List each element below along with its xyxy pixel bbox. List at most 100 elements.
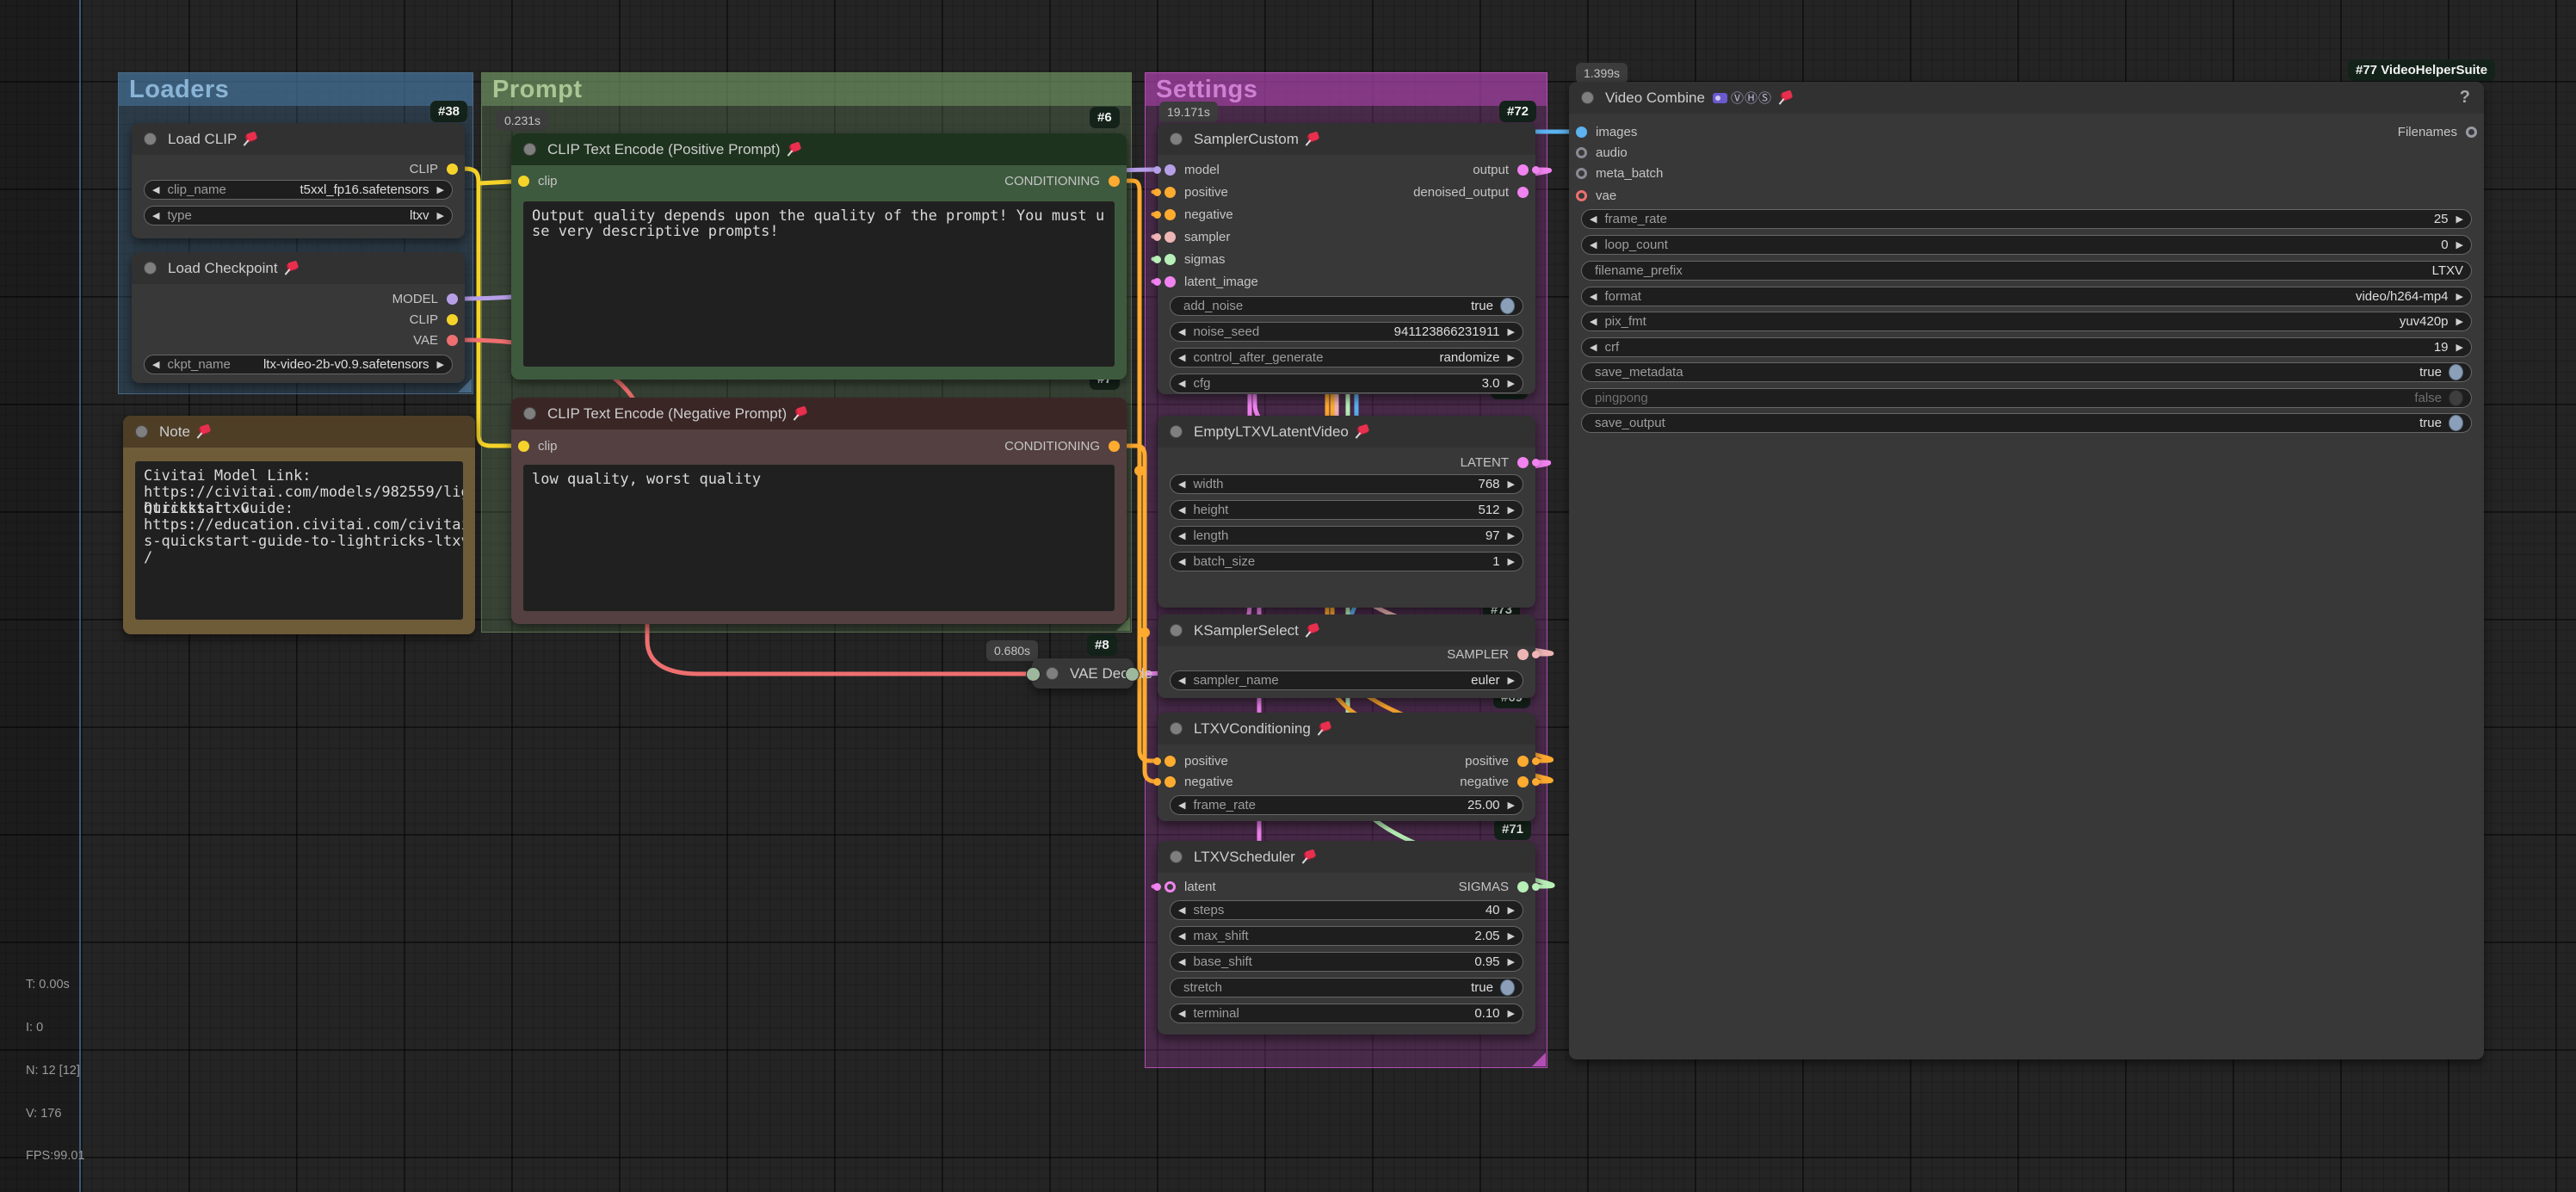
increment-arrow-icon[interactable]: ▶ [2456,342,2463,353]
CONDITIONING-output-port[interactable] [1109,176,1120,187]
batch_size-widget[interactable]: ◀batch_size1▶ [1170,552,1523,571]
negative-input-port[interactable] [1164,209,1176,220]
collapsed-input-port[interactable] [1026,667,1041,682]
decrement-arrow-icon[interactable]: ◀ [1178,479,1185,490]
help-icon[interactable]: ? [2460,88,2470,108]
save_output-widget[interactable]: save_outputtrue [1581,413,2472,433]
denoised_output-output-port[interactable] [1517,187,1529,198]
decrement-arrow-icon[interactable]: ◀ [1590,316,1597,327]
sampler_name-widget[interactable]: ◀sampler_nameeuler▶ [1170,670,1523,690]
toggle-knob[interactable] [2449,390,2463,406]
decrement-arrow-icon[interactable]: ◀ [152,184,159,195]
clip-text-encode-negative-node[interactable]: CLIP Text Encode (Negative Prompt)clipCO… [511,398,1127,624]
increment-arrow-icon[interactable]: ▶ [437,210,444,221]
CLIP-output-port[interactable] [447,314,458,325]
clip_name-widget[interactable]: ◀clip_namet5xxl_fp16.safetensors▶ [144,180,453,200]
sigmas-input-port[interactable] [1164,254,1176,265]
vae-decode-node[interactable]: VAE Decode [1032,658,1134,689]
decrement-arrow-icon[interactable]: ◀ [1590,239,1597,250]
SIGMAS-output-port[interactable] [1517,881,1529,892]
clip-text-encode-positive-header[interactable]: CLIP Text Encode (Positive Prompt) [511,133,1127,165]
decrement-arrow-icon[interactable]: ◀ [1178,675,1185,686]
model-input-port[interactable] [1164,164,1176,176]
vae-input-port[interactable] [1576,190,1587,201]
output-output-port[interactable] [1517,164,1529,176]
ksampler-select-header[interactable]: KSamplerSelect [1158,615,1535,646]
audio-input-port[interactable] [1576,147,1587,158]
empty-ltxv-latent-video-header[interactable]: EmptyLTXVLatentVideo [1158,416,1535,448]
increment-arrow-icon[interactable]: ▶ [437,184,444,195]
increment-arrow-icon[interactable]: ▶ [1508,930,1515,942]
decrement-arrow-icon[interactable]: ◀ [1178,326,1185,337]
terminal-widget[interactable]: ◀terminal0.10▶ [1170,1004,1523,1023]
decrement-arrow-icon[interactable]: ◀ [152,359,159,370]
ltxv-scheduler-header[interactable]: LTXVScheduler [1158,841,1535,873]
decrement-arrow-icon[interactable]: ◀ [1178,905,1185,916]
negative-input-port[interactable] [1164,776,1176,787]
width-widget[interactable]: ◀width768▶ [1170,474,1523,494]
increment-arrow-icon[interactable]: ▶ [1508,352,1515,363]
clip-text-encode-positive-text[interactable]: Output quality depends upon the quality … [523,201,1115,367]
decrement-arrow-icon[interactable]: ◀ [1178,352,1185,363]
increment-arrow-icon[interactable]: ▶ [1508,530,1515,541]
decrement-arrow-icon[interactable]: ◀ [1178,800,1185,811]
load-checkpoint-node[interactable]: Load CheckpointMODELCLIPVAE◀ckpt_nameltx… [132,252,465,383]
node-graph-canvas[interactable]: LoadersPromptSettings #380.231s#6#70.680… [0,0,2576,1192]
load-clip-header[interactable]: Load CLIP [132,123,465,155]
meta_batch-input-port[interactable] [1576,168,1587,179]
CLIP-output-port[interactable] [447,164,458,175]
increment-arrow-icon[interactable]: ▶ [1508,378,1515,389]
collapsed-output-port[interactable] [1125,667,1140,682]
MODEL-output-port[interactable] [447,293,458,305]
load-clip-node[interactable]: Load CLIPCLIP◀clip_namet5xxl_fp16.safete… [132,123,465,238]
decrement-arrow-icon[interactable]: ◀ [1590,342,1597,353]
clip-input-port[interactable] [518,176,529,187]
format-widget[interactable]: ◀formatvideo/h264-mp4▶ [1581,287,2472,306]
ckpt_name-widget[interactable]: ◀ckpt_nameltx-video-2b-v0.9.safetensors▶ [144,355,453,374]
max_shift-widget[interactable]: ◀max_shift2.05▶ [1170,926,1523,946]
pix_fmt-widget[interactable]: ◀pix_fmtyuv420p▶ [1581,312,2472,331]
add_noise-widget[interactable]: add_noisetrue [1170,296,1523,316]
increment-arrow-icon[interactable]: ▶ [2456,316,2463,327]
decrement-arrow-icon[interactable]: ◀ [1178,556,1185,567]
LATENT-output-port[interactable] [1517,457,1529,468]
decrement-arrow-icon[interactable]: ◀ [1590,291,1597,302]
latent_image-input-port[interactable] [1164,276,1176,287]
frame_rate-widget[interactable]: ◀frame_rate25.00▶ [1170,795,1523,815]
toggle-knob[interactable] [2449,415,2463,431]
crf-widget[interactable]: ◀crf19▶ [1581,337,2472,357]
decrement-arrow-icon[interactable]: ◀ [1178,530,1185,541]
latent-input-port[interactable] [1164,881,1176,892]
load-checkpoint-header[interactable]: Load Checkpoint [132,252,465,284]
images-input-port[interactable] [1576,127,1587,138]
sampler-custom-header[interactable]: SamplerCustom [1158,123,1535,155]
SAMPLER-output-port[interactable] [1517,649,1529,660]
cfg-widget[interactable]: ◀cfg3.0▶ [1170,374,1523,393]
increment-arrow-icon[interactable]: ▶ [2456,239,2463,250]
steps-widget[interactable]: ◀steps40▶ [1170,900,1523,920]
increment-arrow-icon[interactable]: ▶ [1508,479,1515,490]
ltxv-scheduler-node[interactable]: LTXVSchedulerlatentSIGMAS◀steps40▶◀max_s… [1158,841,1535,1035]
VAE-output-port[interactable] [447,335,458,346]
save_metadata-widget[interactable]: save_metadatatrue [1581,362,2472,382]
clip-text-encode-negative-text[interactable]: low quality, worst quality [523,465,1115,611]
positive-input-port[interactable] [1164,756,1176,767]
height-widget[interactable]: ◀height512▶ [1170,500,1523,520]
empty-ltxv-latent-video-node[interactable]: EmptyLTXVLatentVideoLATENT◀width768▶◀hei… [1158,416,1535,608]
decrement-arrow-icon[interactable]: ◀ [1178,504,1185,516]
increment-arrow-icon[interactable]: ▶ [1508,956,1515,967]
frame_rate-widget[interactable]: ◀frame_rate25▶ [1581,209,2472,229]
decrement-arrow-icon[interactable]: ◀ [1178,930,1185,942]
toggle-knob[interactable] [2449,364,2463,380]
note-node[interactable]: NoteCivitai Model Link:https://civitai.c… [123,416,475,634]
control_after_generate-widget[interactable]: ◀control_after_generaterandomize▶ [1170,348,1523,367]
base_shift-widget[interactable]: ◀base_shift0.95▶ [1170,952,1523,972]
increment-arrow-icon[interactable]: ▶ [2456,291,2463,302]
increment-arrow-icon[interactable]: ▶ [1508,800,1515,811]
negative-output-port[interactable] [1517,776,1529,787]
increment-arrow-icon[interactable]: ▶ [1508,326,1515,337]
toggle-knob[interactable] [1500,298,1515,314]
ltxv-conditioning-node[interactable]: LTXVConditioningpositivenegativepositive… [1158,713,1535,821]
clip-text-encode-negative-header[interactable]: CLIP Text Encode (Negative Prompt) [511,398,1127,429]
length-widget[interactable]: ◀length97▶ [1170,526,1523,546]
